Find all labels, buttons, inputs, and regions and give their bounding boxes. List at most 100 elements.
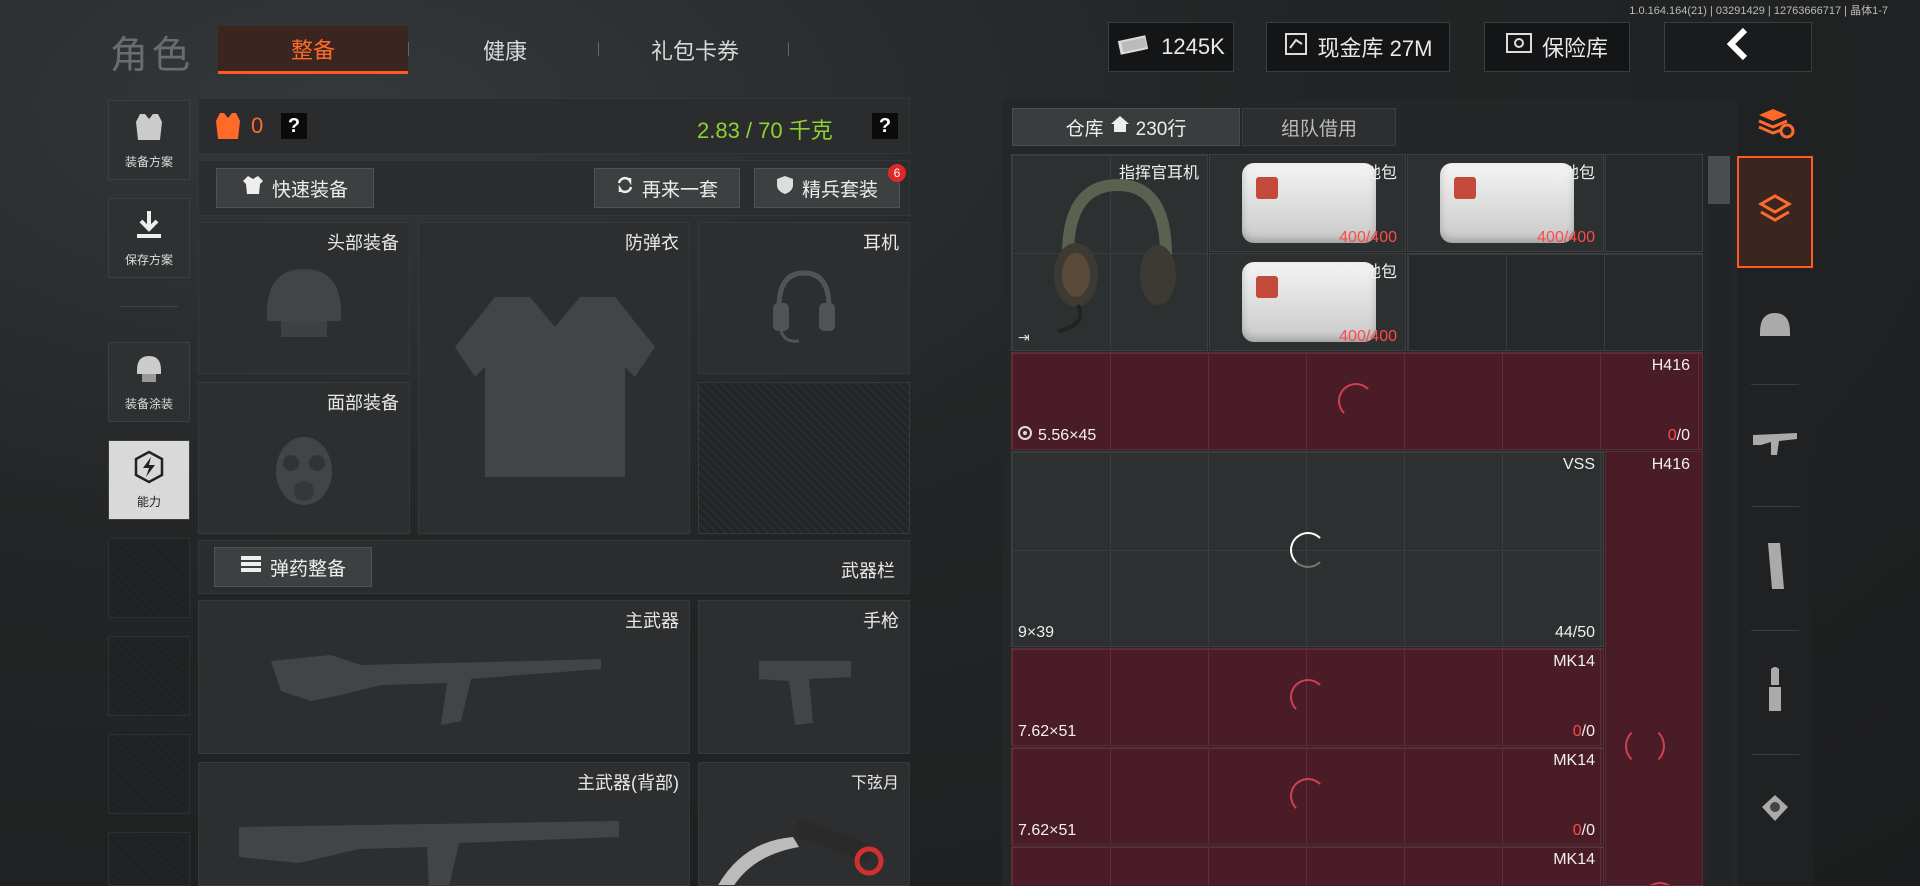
storage-item-field-bag[interactable]: 100D战地包 400/400 <box>1209 253 1406 351</box>
quick-equip-label: 快速装备 <box>271 179 348 201</box>
item-name: VSS <box>1562 456 1595 473</box>
item-caliber-row: 5.56×45 <box>1018 426 1096 445</box>
ammo-loaded: 0 <box>1667 427 1677 444</box>
money-value: 1245K <box>1161 34 1225 59</box>
magazine-icon <box>1764 541 1786 596</box>
storage-item-commander-headset[interactable]: 指挥官耳机 ⇥ <box>1011 154 1208 351</box>
ammo-loadout-button[interactable]: 弹药整备 <box>214 547 372 587</box>
sidebar-empty-slot <box>108 832 190 886</box>
cash-vault-label: 现金库 27M <box>1317 36 1433 61</box>
storage-item-mk14[interactable]: MK14 7.62×51 0/0 <box>1011 747 1604 845</box>
tab-divider <box>408 42 409 56</box>
item-name: 100D战地包 <box>1310 165 1397 182</box>
elite-set-button[interactable]: 精兵套装 <box>754 168 900 208</box>
sidebar-equipment-skin[interactable]: 装备涂装 <box>108 342 190 422</box>
storage-item-field-bag[interactable]: 100D战地包 400/400 <box>1209 154 1406 252</box>
tab-label: 礼包卡券 <box>650 39 739 64</box>
ammo-loaded: 0 <box>1572 822 1582 839</box>
again-set-button[interactable]: 再来一套 <box>594 168 740 208</box>
rail-divider <box>1751 384 1799 385</box>
slot-label: 主武器 <box>625 611 679 631</box>
tab-health[interactable]: 健康 <box>420 26 590 74</box>
primary-weapon-slot[interactable]: 主武器 <box>198 600 690 754</box>
melee-slot[interactable]: 下弦月 <box>698 762 910 886</box>
sidebar-loadout-plan[interactable]: 装备方案 <box>108 100 190 180</box>
item-name: H416 <box>1651 357 1690 374</box>
category-armor[interactable] <box>1737 278 1813 378</box>
item-count: 400/400 <box>1339 229 1397 246</box>
primary-weapon-back-slot[interactable]: 主武器(背部) <box>198 762 690 886</box>
item-name: MK14 <box>1553 653 1595 670</box>
tab-label: 健康 <box>482 39 527 64</box>
tab-warehouse[interactable]: 仓库 230行 <box>1012 108 1240 146</box>
loading-spinner-icon <box>1338 383 1374 419</box>
sidebar-empty-slot <box>108 538 190 618</box>
loading-spinner-icon <box>1642 882 1678 885</box>
tab-team-borrow[interactable]: 组队借用 <box>1242 108 1396 146</box>
helmet-skin-icon <box>132 352 166 389</box>
storage-grid: 指挥官耳机 ⇥ 100D战地包 400/400 100D战地包 400/400 … <box>1011 154 1703 886</box>
body-armor-slot[interactable]: 防弹衣 <box>418 222 690 534</box>
armor-count: 0 <box>251 113 264 138</box>
storage-item-h416[interactable]: H416 5.56×45 0/0 <box>1011 352 1703 450</box>
item-name: 100D战地包 <box>1310 264 1397 281</box>
sidebar-abilities[interactable]: 能力 <box>108 440 190 520</box>
face-equipment-slot[interactable]: 面部装备 <box>198 382 410 534</box>
tab-gift-coupons[interactable]: 礼包卡券 <box>605 26 785 74</box>
weight-help-icon[interactable]: ? <box>872 113 898 139</box>
category-magazines[interactable] <box>1737 512 1813 624</box>
item-caliber: 7.62×51 <box>1018 822 1077 839</box>
safe-button[interactable]: 保险库 <box>1484 22 1630 72</box>
layers-icon <box>1757 190 1793 235</box>
tab-divider <box>788 42 789 56</box>
storage-scrollbar[interactable] <box>1706 154 1732 886</box>
headset-slot[interactable]: 耳机 <box>698 222 910 374</box>
rail-divider <box>1751 630 1799 631</box>
storage-item-mk14[interactable]: MK14 <box>1011 846 1604 886</box>
item-count: 0/0 <box>1573 822 1595 840</box>
gas-mask-icon <box>269 433 339 518</box>
category-all[interactable] <box>1737 156 1813 268</box>
body-armor-icon <box>445 287 665 492</box>
sidebar-save-plan[interactable]: 保存方案 <box>108 198 190 278</box>
inventory-screen: { "version": "1.0.164.164(21) | 03291429… <box>0 0 1920 886</box>
pistol-slot[interactable]: 手枪 <box>698 600 910 754</box>
loadout-header: 0 ? 2.83 / 70 千克 ? <box>198 98 910 154</box>
item-count: 0/0 <box>1668 427 1690 445</box>
category-weapons[interactable] <box>1737 390 1813 500</box>
scrollbar-thumb[interactable] <box>1708 156 1730 204</box>
karambit-icon <box>713 801 893 885</box>
sidebar-label: 装备涂装 <box>124 397 173 411</box>
head-equipment-slot[interactable]: 头部装备 <box>198 222 410 374</box>
bullet-icon <box>1763 665 1787 720</box>
sidebar-label: 装备方案 <box>124 155 173 169</box>
commander-headset-icon <box>1048 175 1178 340</box>
category-ammo[interactable] <box>1737 636 1813 748</box>
storage-item-field-bag[interactable]: 100D战地包 400/400 <box>1407 154 1604 252</box>
back-button[interactable] <box>1664 22 1812 72</box>
cash-vault-button[interactable]: 现金库 27M <box>1266 22 1450 72</box>
slot-label: 手枪 <box>863 611 899 631</box>
bag-tag-icon <box>1454 177 1476 199</box>
scope-icon <box>1758 791 1792 830</box>
bag-tag-icon <box>1256 276 1278 298</box>
armor-help-icon[interactable]: ? <box>281 113 307 139</box>
quick-equip-button[interactable]: 快速装备 <box>216 168 374 208</box>
item-caliber: 7.62×51 <box>1018 723 1077 740</box>
ammo-capacity: /0 <box>1581 723 1595 740</box>
money-display[interactable]: 1245K <box>1108 22 1234 72</box>
vest-icon <box>132 110 166 147</box>
assault-rifle-icon <box>271 631 611 746</box>
category-attachments[interactable] <box>1737 760 1813 860</box>
slot-label: 下弦月 <box>850 775 899 792</box>
ability-icon <box>132 450 166 487</box>
sort-refresh-button[interactable] <box>1737 100 1813 150</box>
tab-equip[interactable]: 整备 <box>218 26 408 74</box>
ammo-type-icon <box>1018 426 1032 445</box>
item-count: 400/400 <box>1339 328 1397 345</box>
storage-item-mk14[interactable]: MK14 7.62×51 0/0 <box>1011 648 1604 746</box>
rail-divider <box>1751 754 1799 755</box>
version-text: 1.0.164.164(21) | 03291429 | 12763666717… <box>1629 5 1888 17</box>
storage-item-h416-vertical[interactable]: H416 <box>1605 451 1703 886</box>
storage-item-vss[interactable]: VSS 9×39 44/50 <box>1011 451 1604 647</box>
